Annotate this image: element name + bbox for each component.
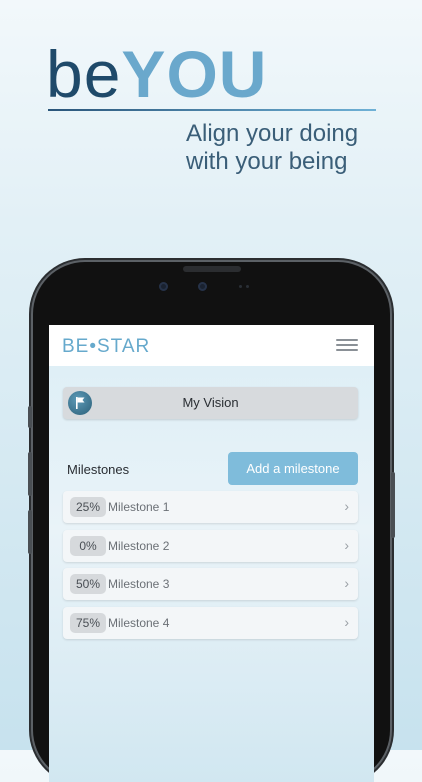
chevron-right-icon: › <box>344 536 349 553</box>
progress-badge: 75% <box>70 612 106 633</box>
milestone-row[interactable]: 75% Milestone 4 › <box>63 606 358 639</box>
progress-badge: 25% <box>70 497 106 517</box>
milestone-name: Milestone 4 <box>108 615 170 630</box>
my-vision-button[interactable]: My Vision <box>63 387 358 419</box>
milestone-list: 25% Milestone 1 › 0% Milestone 2 › 50% M… <box>63 491 358 645</box>
tagline-line-1: Align your doing <box>186 120 359 147</box>
milestone-name: Milestone 2 <box>108 538 170 553</box>
hero-divider <box>48 109 376 111</box>
hero-brand: beYOU <box>46 36 267 112</box>
app-screen: BE•STAR My Vision Milestones Add a miles… <box>49 325 374 782</box>
chevron-right-icon: › <box>344 498 349 514</box>
chevron-right-icon: › <box>344 613 349 630</box>
progress-badge: 0% <box>70 535 106 556</box>
front-camera <box>159 282 168 291</box>
milestone-name: Milestone 1 <box>108 500 170 514</box>
ambient-sensor <box>246 285 249 288</box>
my-vision-label: My Vision <box>182 395 239 410</box>
add-milestone-button[interactable]: Add a milestone <box>228 452 358 485</box>
milestone-row[interactable]: 50% Milestone 3 › <box>63 568 358 600</box>
app-logo: BE•STAR <box>62 336 151 357</box>
volume-up-button <box>28 452 32 496</box>
power-button <box>391 472 395 538</box>
hero-brand-light: be <box>46 37 122 111</box>
hero-brand-bold: YOU <box>121 37 268 111</box>
hamburger-menu-icon[interactable] <box>336 339 358 353</box>
speaker-grille <box>183 266 241 272</box>
proximity-sensor <box>239 285 242 288</box>
chevron-right-icon: › <box>344 575 349 591</box>
face-id-sensor <box>198 282 207 291</box>
tagline-line-2: with your being <box>186 148 348 175</box>
milestone-name: Milestone 3 <box>108 577 170 591</box>
progress-badge: 50% <box>70 574 106 594</box>
milestones-heading: Milestones <box>67 462 130 477</box>
mute-switch <box>28 406 32 428</box>
milestone-row[interactable]: 0% Milestone 2 › <box>63 529 358 562</box>
volume-down-button <box>28 510 32 554</box>
app-header: BE•STAR <box>49 325 374 366</box>
milestone-row[interactable]: 25% Milestone 1 › <box>63 491 358 523</box>
tagline: Align your doing with your being <box>186 120 358 176</box>
phone-frame: BE•STAR My Vision Milestones Add a miles… <box>28 262 395 782</box>
